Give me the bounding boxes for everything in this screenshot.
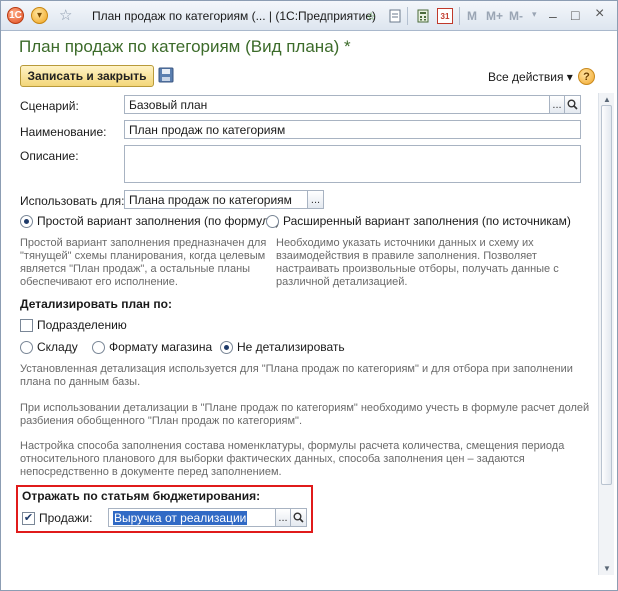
use-for-select-button[interactable]: ...: [307, 190, 324, 209]
calculator-icon[interactable]: [415, 8, 431, 24]
window-title: План продаж по категориям (... | (1С:Пре…: [92, 9, 376, 23]
fill-extended-note: Необходимо указать источники данных и сх…: [276, 237, 559, 288]
scroll-thumb[interactable]: [601, 105, 612, 485]
description-label: Описание:: [20, 149, 79, 163]
memory-m-button[interactable]: M: [467, 9, 477, 23]
separator: [407, 7, 408, 25]
add-favorite-icon[interactable]: ☆: [363, 8, 379, 24]
subdivision-label[interactable]: Подразделению: [37, 318, 127, 332]
sales-checkbox[interactable]: ✔: [22, 512, 35, 525]
detail-note-3: Настройка способа заполнения состава ном…: [20, 440, 565, 478]
app-logo-icon[interactable]: 1С: [7, 7, 24, 24]
form-window: 1С ▾ ☆ План продаж по категориям (... | …: [0, 0, 618, 591]
memory-plus-button[interactable]: M+: [486, 9, 503, 23]
sales-item-search-icon[interactable]: [290, 508, 307, 527]
page-title: План продаж по категориям (Вид плана) *: [19, 37, 351, 56]
title-bar: 1С ▾ ☆ План продаж по категориям (... | …: [1, 1, 617, 31]
fill-simple-label[interactable]: Простой вариант заполнения (по формуле): [37, 214, 280, 228]
detail-note-1: Установленная детализация используется д…: [20, 363, 573, 388]
description-field[interactable]: [124, 145, 581, 183]
restore-button[interactable]: □: [571, 7, 579, 23]
budget-heading: Отражать по статьям бюджетирования:: [22, 489, 261, 503]
use-for-field[interactable]: Плана продаж по категориям: [124, 190, 308, 209]
calendar-icon[interactable]: 31: [437, 8, 453, 24]
scenario-label: Сценарий:: [20, 99, 79, 113]
separator: [459, 7, 460, 25]
minimize-button[interactable]: –: [549, 8, 557, 24]
sales-label[interactable]: Продажи:: [39, 511, 92, 525]
name-field[interactable]: План продаж по категориям: [124, 120, 581, 139]
save-icon[interactable]: [158, 67, 174, 83]
scroll-down-icon[interactable]: ▼: [603, 564, 611, 573]
use-for-label: Использовать для:: [20, 194, 125, 208]
sales-item-field[interactable]: Выручка от реализации: [108, 508, 276, 527]
no-detail-radio[interactable]: [220, 341, 233, 354]
warehouse-radio[interactable]: [20, 341, 33, 354]
all-actions-menu[interactable]: Все действия ▾: [488, 70, 573, 84]
fill-simple-radio[interactable]: [20, 215, 33, 228]
scenario-select-button[interactable]: ...: [549, 95, 565, 114]
warehouse-label[interactable]: Складу: [37, 340, 78, 354]
save-and-close-button[interactable]: Записать и закрыть: [20, 65, 154, 87]
memory-minus-button[interactable]: M-: [509, 9, 523, 23]
scenario-field[interactable]: Базовый план: [124, 95, 550, 114]
close-button[interactable]: ×: [595, 6, 604, 22]
name-label: Наименование:: [20, 125, 107, 139]
scenario-search-icon[interactable]: [564, 95, 581, 114]
help-icon[interactable]: ?: [578, 68, 595, 85]
detail-heading: Детализировать план по:: [20, 297, 172, 311]
subdivision-checkbox[interactable]: [20, 319, 33, 332]
sales-item-value: Выручка от реализации: [113, 511, 248, 525]
favorite-star-icon[interactable]: ☆: [59, 7, 72, 24]
memory-dropdown-icon[interactable]: ▾: [532, 9, 537, 20]
fill-extended-radio[interactable]: [266, 215, 279, 228]
store-format-label[interactable]: Формату магазина: [109, 340, 212, 354]
document-icon[interactable]: [387, 8, 403, 24]
menu-dropdown-icon[interactable]: ▾: [31, 7, 48, 24]
fill-simple-note: Простой вариант заполнения предназначен …: [20, 237, 267, 288]
detail-note-2: При использовании детализации в "Плане п…: [20, 402, 590, 427]
fill-extended-label[interactable]: Расширенный вариант заполнения (по источ…: [283, 214, 571, 228]
vertical-scrollbar[interactable]: ▲ ▼: [598, 93, 614, 575]
store-format-radio[interactable]: [92, 341, 105, 354]
scroll-up-icon[interactable]: ▲: [603, 95, 611, 104]
no-detail-label[interactable]: Не детализировать: [237, 340, 345, 354]
sales-item-select-button[interactable]: ...: [275, 508, 291, 527]
